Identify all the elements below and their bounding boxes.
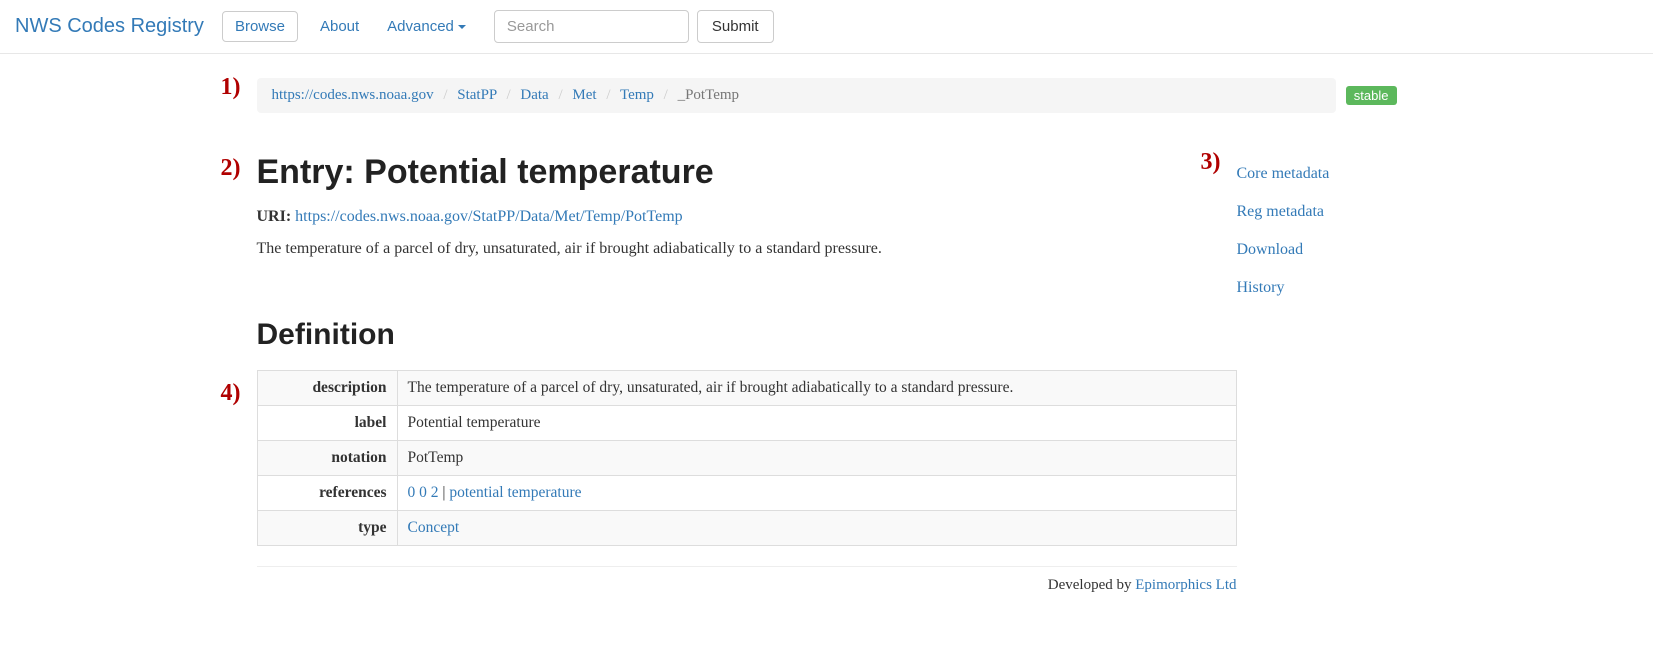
- footer-link[interactable]: Epimorphics Ltd: [1135, 577, 1236, 593]
- submit-button[interactable]: Submit: [697, 10, 774, 43]
- sidebar: 3) Core metadata Reg metadata Download H…: [1237, 153, 1397, 594]
- def-value: Potential temperature: [397, 406, 1236, 441]
- def-value: PotTemp: [397, 441, 1236, 476]
- annotation-marker-2: 2): [221, 155, 241, 182]
- def-value: 0 0 2 | potential temperature: [397, 476, 1236, 511]
- breadcrumb-part[interactable]: StatPP: [457, 87, 496, 103]
- table-row: description The temperature of a parcel …: [257, 371, 1236, 406]
- table-row: references 0 0 2 | potential temperature: [257, 476, 1236, 511]
- def-label: notation: [257, 441, 397, 476]
- reference-link[interactable]: potential temperature: [449, 484, 581, 501]
- def-label: description: [257, 371, 397, 406]
- breadcrumb-sep: /: [443, 87, 447, 103]
- brand-link[interactable]: NWS Codes Registry: [15, 15, 204, 38]
- entry-description: The temperature of a parcel of dry, unsa…: [257, 240, 1237, 258]
- sidebar-item-core[interactable]: Core metadata: [1237, 155, 1397, 193]
- status-badge: stable: [1346, 86, 1397, 105]
- breadcrumb-sep: /: [664, 87, 668, 103]
- def-value: The temperature of a parcel of dry, unsa…: [397, 371, 1236, 406]
- main-content: 2) Entry: Potential temperature URI: htt…: [257, 153, 1237, 594]
- annotation-marker-4: 4): [221, 380, 241, 407]
- breadcrumb-part[interactable]: Met: [572, 87, 596, 103]
- table-row: notation PotTemp: [257, 441, 1236, 476]
- definition-heading: Definition: [257, 318, 1237, 352]
- def-value: Concept: [397, 511, 1236, 546]
- breadcrumb-sep: /: [558, 87, 562, 103]
- type-link[interactable]: Concept: [408, 519, 460, 536]
- breadcrumb-row: https://codes.nws.noaa.gov / StatPP / Da…: [257, 78, 1397, 113]
- annotation-marker-1: 1): [221, 74, 241, 101]
- about-link[interactable]: About: [306, 10, 373, 43]
- breadcrumb-root[interactable]: https://codes.nws.noaa.gov: [272, 87, 434, 103]
- sidebar-item-reg[interactable]: Reg metadata: [1237, 193, 1397, 231]
- footer: Developed by Epimorphics Ltd: [257, 566, 1237, 594]
- breadcrumb-current: _PotTemp: [678, 87, 739, 103]
- def-label: type: [257, 511, 397, 546]
- breadcrumb: https://codes.nws.noaa.gov / StatPP / Da…: [257, 78, 1336, 113]
- browse-button[interactable]: Browse: [222, 11, 298, 42]
- uri-link[interactable]: https://codes.nws.noaa.gov/StatPP/Data/M…: [295, 208, 683, 225]
- footer-text: Developed by: [1048, 577, 1135, 593]
- sidebar-item-download[interactable]: Download: [1237, 231, 1397, 269]
- advanced-label: Advanced: [387, 18, 454, 35]
- search-input[interactable]: [494, 10, 689, 43]
- breadcrumb-sep: /: [606, 87, 610, 103]
- reference-link[interactable]: 0 0 2: [408, 484, 439, 501]
- breadcrumb-part[interactable]: Temp: [620, 87, 654, 103]
- table-row: label Potential temperature: [257, 406, 1236, 441]
- uri-line: URI: https://codes.nws.noaa.gov/StatPP/D…: [257, 208, 1237, 226]
- table-row: type Concept: [257, 511, 1236, 546]
- top-navbar: NWS Codes Registry Browse About Advanced…: [0, 0, 1653, 54]
- page-title: Entry: Potential temperature: [257, 153, 1237, 192]
- def-label: references: [257, 476, 397, 511]
- definition-table: description The temperature of a parcel …: [257, 370, 1237, 546]
- annotation-marker-3: 3): [1201, 149, 1221, 176]
- def-label: label: [257, 406, 397, 441]
- advanced-link[interactable]: Advanced: [373, 10, 480, 43]
- breadcrumb-sep: /: [506, 87, 510, 103]
- breadcrumb-part[interactable]: Data: [520, 87, 548, 103]
- uri-label: URI:: [257, 208, 292, 225]
- sidebar-item-history[interactable]: History: [1237, 269, 1397, 307]
- main-container: 1) https://codes.nws.noaa.gov / StatPP /…: [257, 78, 1397, 594]
- reference-sep: |: [439, 484, 450, 501]
- chevron-down-icon: [458, 25, 466, 29]
